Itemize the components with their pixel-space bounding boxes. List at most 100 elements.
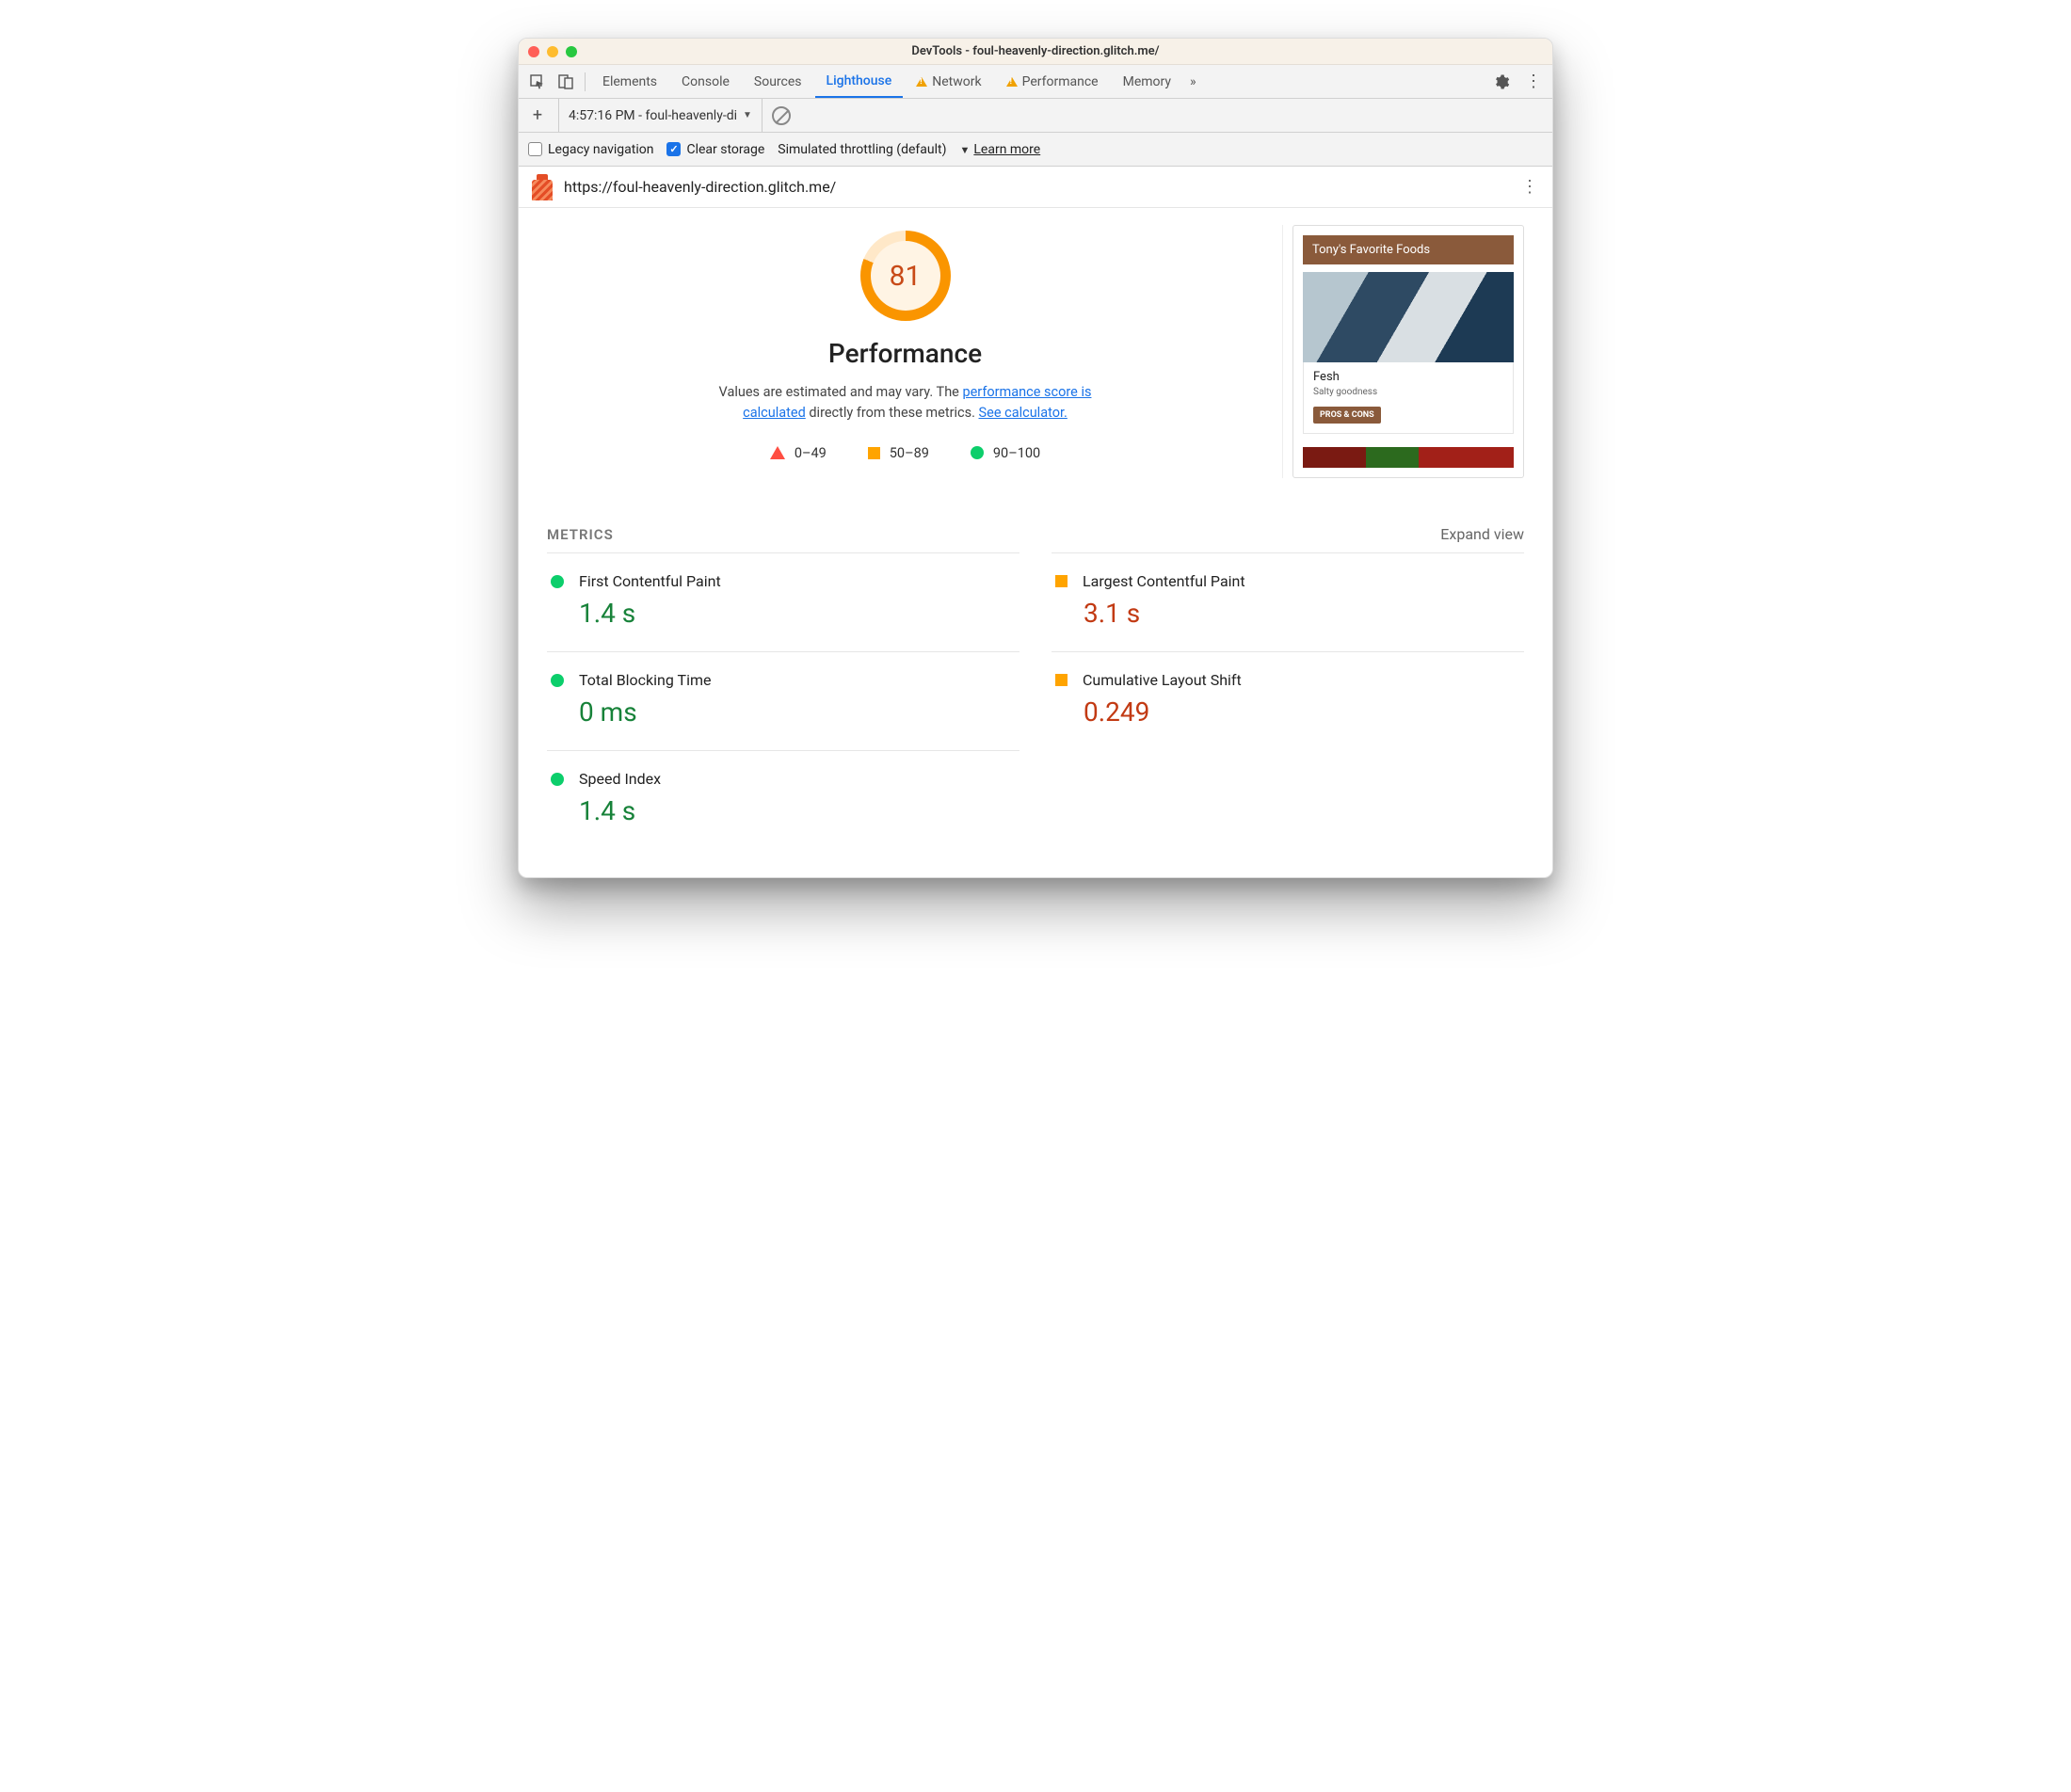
metric-value: 3.1 s [1084, 598, 1520, 629]
circle-green-icon [551, 773, 564, 786]
preview-card-subtitle: Salty goodness [1313, 387, 1503, 397]
triangle-red-icon [770, 446, 785, 459]
report-url-row: https://foul-heavenly-direction.glitch.m… [519, 167, 1552, 208]
metric-cls[interactable]: Cumulative Layout Shift 0.249 [1052, 651, 1524, 750]
metric-name: First Contentful Paint [579, 572, 721, 590]
tab-lighthouse[interactable]: Lighthouse [815, 65, 904, 98]
minimize-window-button[interactable] [547, 46, 558, 57]
tab-elements[interactable]: Elements [591, 65, 668, 98]
report-dropdown-label: 4:57:16 PM - foul-heavenly-di [569, 108, 737, 123]
preview-card-title: Fesh [1313, 370, 1503, 384]
square-orange-icon [1055, 575, 1068, 587]
metric-value: 0 ms [579, 696, 1016, 728]
tab-label: Memory [1123, 74, 1171, 89]
tab-network[interactable]: Network [905, 65, 992, 98]
clear-storage-checkbox[interactable]: Clear storage [666, 142, 764, 157]
legend-pass: 90–100 [971, 445, 1040, 461]
clear-all-icon[interactable] [772, 106, 791, 125]
preview-header: Tony's Favorite Foods [1303, 235, 1514, 264]
tab-sources[interactable]: Sources [743, 65, 813, 98]
legend-label: 0–49 [795, 445, 827, 461]
checkbox-checked-icon [666, 142, 681, 156]
device-toolbar-icon[interactable] [553, 69, 579, 95]
metric-name: Total Blocking Time [579, 671, 711, 689]
expand-view-button[interactable]: Expand view [1440, 525, 1524, 543]
separator [585, 72, 586, 91]
metric-tbt[interactable]: Total Blocking Time 0 ms [547, 651, 1019, 750]
square-orange-icon [868, 447, 880, 459]
metric-value: 1.4 s [579, 795, 1016, 826]
legend-average: 50–89 [868, 445, 929, 461]
legend-label: 90–100 [993, 445, 1040, 461]
metrics-heading: METRICS [547, 526, 614, 543]
performance-score: 81 [890, 260, 922, 293]
tab-label: Elements [602, 74, 657, 89]
circle-green-icon [551, 575, 564, 588]
metrics-header: METRICS Expand view [547, 525, 1524, 552]
caret-down-icon: ▼ [743, 110, 752, 120]
settings-gear-icon[interactable] [1488, 69, 1515, 95]
lighthouse-toolbar: + 4:57:16 PM - foul-heavenly-di ▼ [519, 99, 1552, 133]
more-tabs-button[interactable]: » [1184, 74, 1202, 89]
titlebar: DevTools - foul-heavenly-direction.glitc… [519, 39, 1552, 65]
legend-fail: 0–49 [770, 445, 827, 461]
tab-label: Performance [1022, 74, 1099, 89]
window-controls [528, 46, 577, 57]
lighthouse-report: 81 Performance Values are estimated and … [519, 208, 1552, 877]
warning-icon [916, 77, 927, 87]
caret-down-icon: ▼ [959, 144, 970, 156]
metric-name: Largest Contentful Paint [1083, 572, 1245, 590]
metric-si[interactable]: Speed Index 1.4 s [547, 750, 1019, 849]
metric-name: Speed Index [579, 770, 661, 788]
score-legend: 0–49 50–89 90–100 [770, 445, 1040, 461]
metric-value: 0.249 [1084, 696, 1520, 728]
square-orange-icon [1055, 674, 1068, 686]
performance-gauge: 81 [860, 231, 951, 321]
kebab-menu-icon[interactable]: ⋮ [1520, 69, 1547, 95]
close-window-button[interactable] [528, 46, 539, 57]
see-calculator-link[interactable]: See calculator. [979, 405, 1068, 421]
window-title: DevTools - foul-heavenly-direction.glitc… [519, 44, 1552, 58]
panel-tabs: Elements Console Sources Lighthouse Netw… [519, 65, 1552, 99]
report-dropdown[interactable]: 4:57:16 PM - foul-heavenly-di ▼ [558, 99, 763, 132]
throttling-label: Simulated throttling (default) [778, 142, 946, 157]
tab-label: Lighthouse [827, 73, 892, 88]
report-url: https://foul-heavenly-direction.glitch.m… [564, 178, 836, 196]
legacy-navigation-checkbox[interactable]: Legacy navigation [528, 142, 653, 157]
score-column: 81 Performance Values are estimated and … [547, 225, 1283, 478]
tab-label: Network [932, 74, 981, 89]
performance-subtitle: Values are estimated and may vary. The p… [703, 382, 1108, 424]
warning-icon [1006, 77, 1018, 87]
inspect-element-icon[interactable] [524, 69, 551, 95]
metric-lcp[interactable]: Largest Contentful Paint 3.1 s [1052, 552, 1524, 651]
legend-label: 50–89 [890, 445, 929, 461]
preview-card-button: PROS & CONS [1313, 407, 1381, 424]
report-menu-icon[interactable]: ⋮ [1521, 177, 1539, 197]
throttling-dropdown[interactable]: ▼Learn more [959, 142, 1040, 157]
lighthouse-icon [532, 174, 553, 200]
performance-title: Performance [828, 338, 982, 369]
zoom-window-button[interactable] [566, 46, 577, 57]
new-report-button[interactable]: + [526, 105, 549, 125]
circle-green-icon [551, 674, 564, 687]
checkbox-unchecked-icon [528, 142, 542, 156]
tab-console[interactable]: Console [670, 65, 741, 98]
metric-name: Cumulative Layout Shift [1083, 671, 1242, 689]
tab-label: Sources [754, 74, 802, 89]
checkbox-label: Legacy navigation [548, 142, 653, 157]
subtitle-text: directly from these metrics. [806, 405, 979, 421]
metric-fcp[interactable]: First Contentful Paint 1.4 s [547, 552, 1019, 651]
tab-label: Console [682, 74, 730, 89]
tab-memory[interactable]: Memory [1112, 65, 1182, 98]
metric-value: 1.4 s [579, 598, 1016, 629]
devtools-window: DevTools - foul-heavenly-direction.glitc… [518, 38, 1553, 878]
preview-image [1303, 272, 1514, 362]
learn-more-link[interactable]: Learn more [973, 142, 1040, 157]
lighthouse-settings-bar: Legacy navigation Clear storage Simulate… [519, 133, 1552, 167]
checkbox-label: Clear storage [686, 142, 764, 157]
subtitle-text: Values are estimated and may vary. The [719, 384, 963, 400]
circle-green-icon [971, 446, 984, 459]
page-screenshot-preview: Tony's Favorite Foods Fesh Salty goodnes… [1292, 225, 1524, 478]
preview-image-strip [1303, 447, 1514, 468]
tab-performance[interactable]: Performance [995, 65, 1110, 98]
